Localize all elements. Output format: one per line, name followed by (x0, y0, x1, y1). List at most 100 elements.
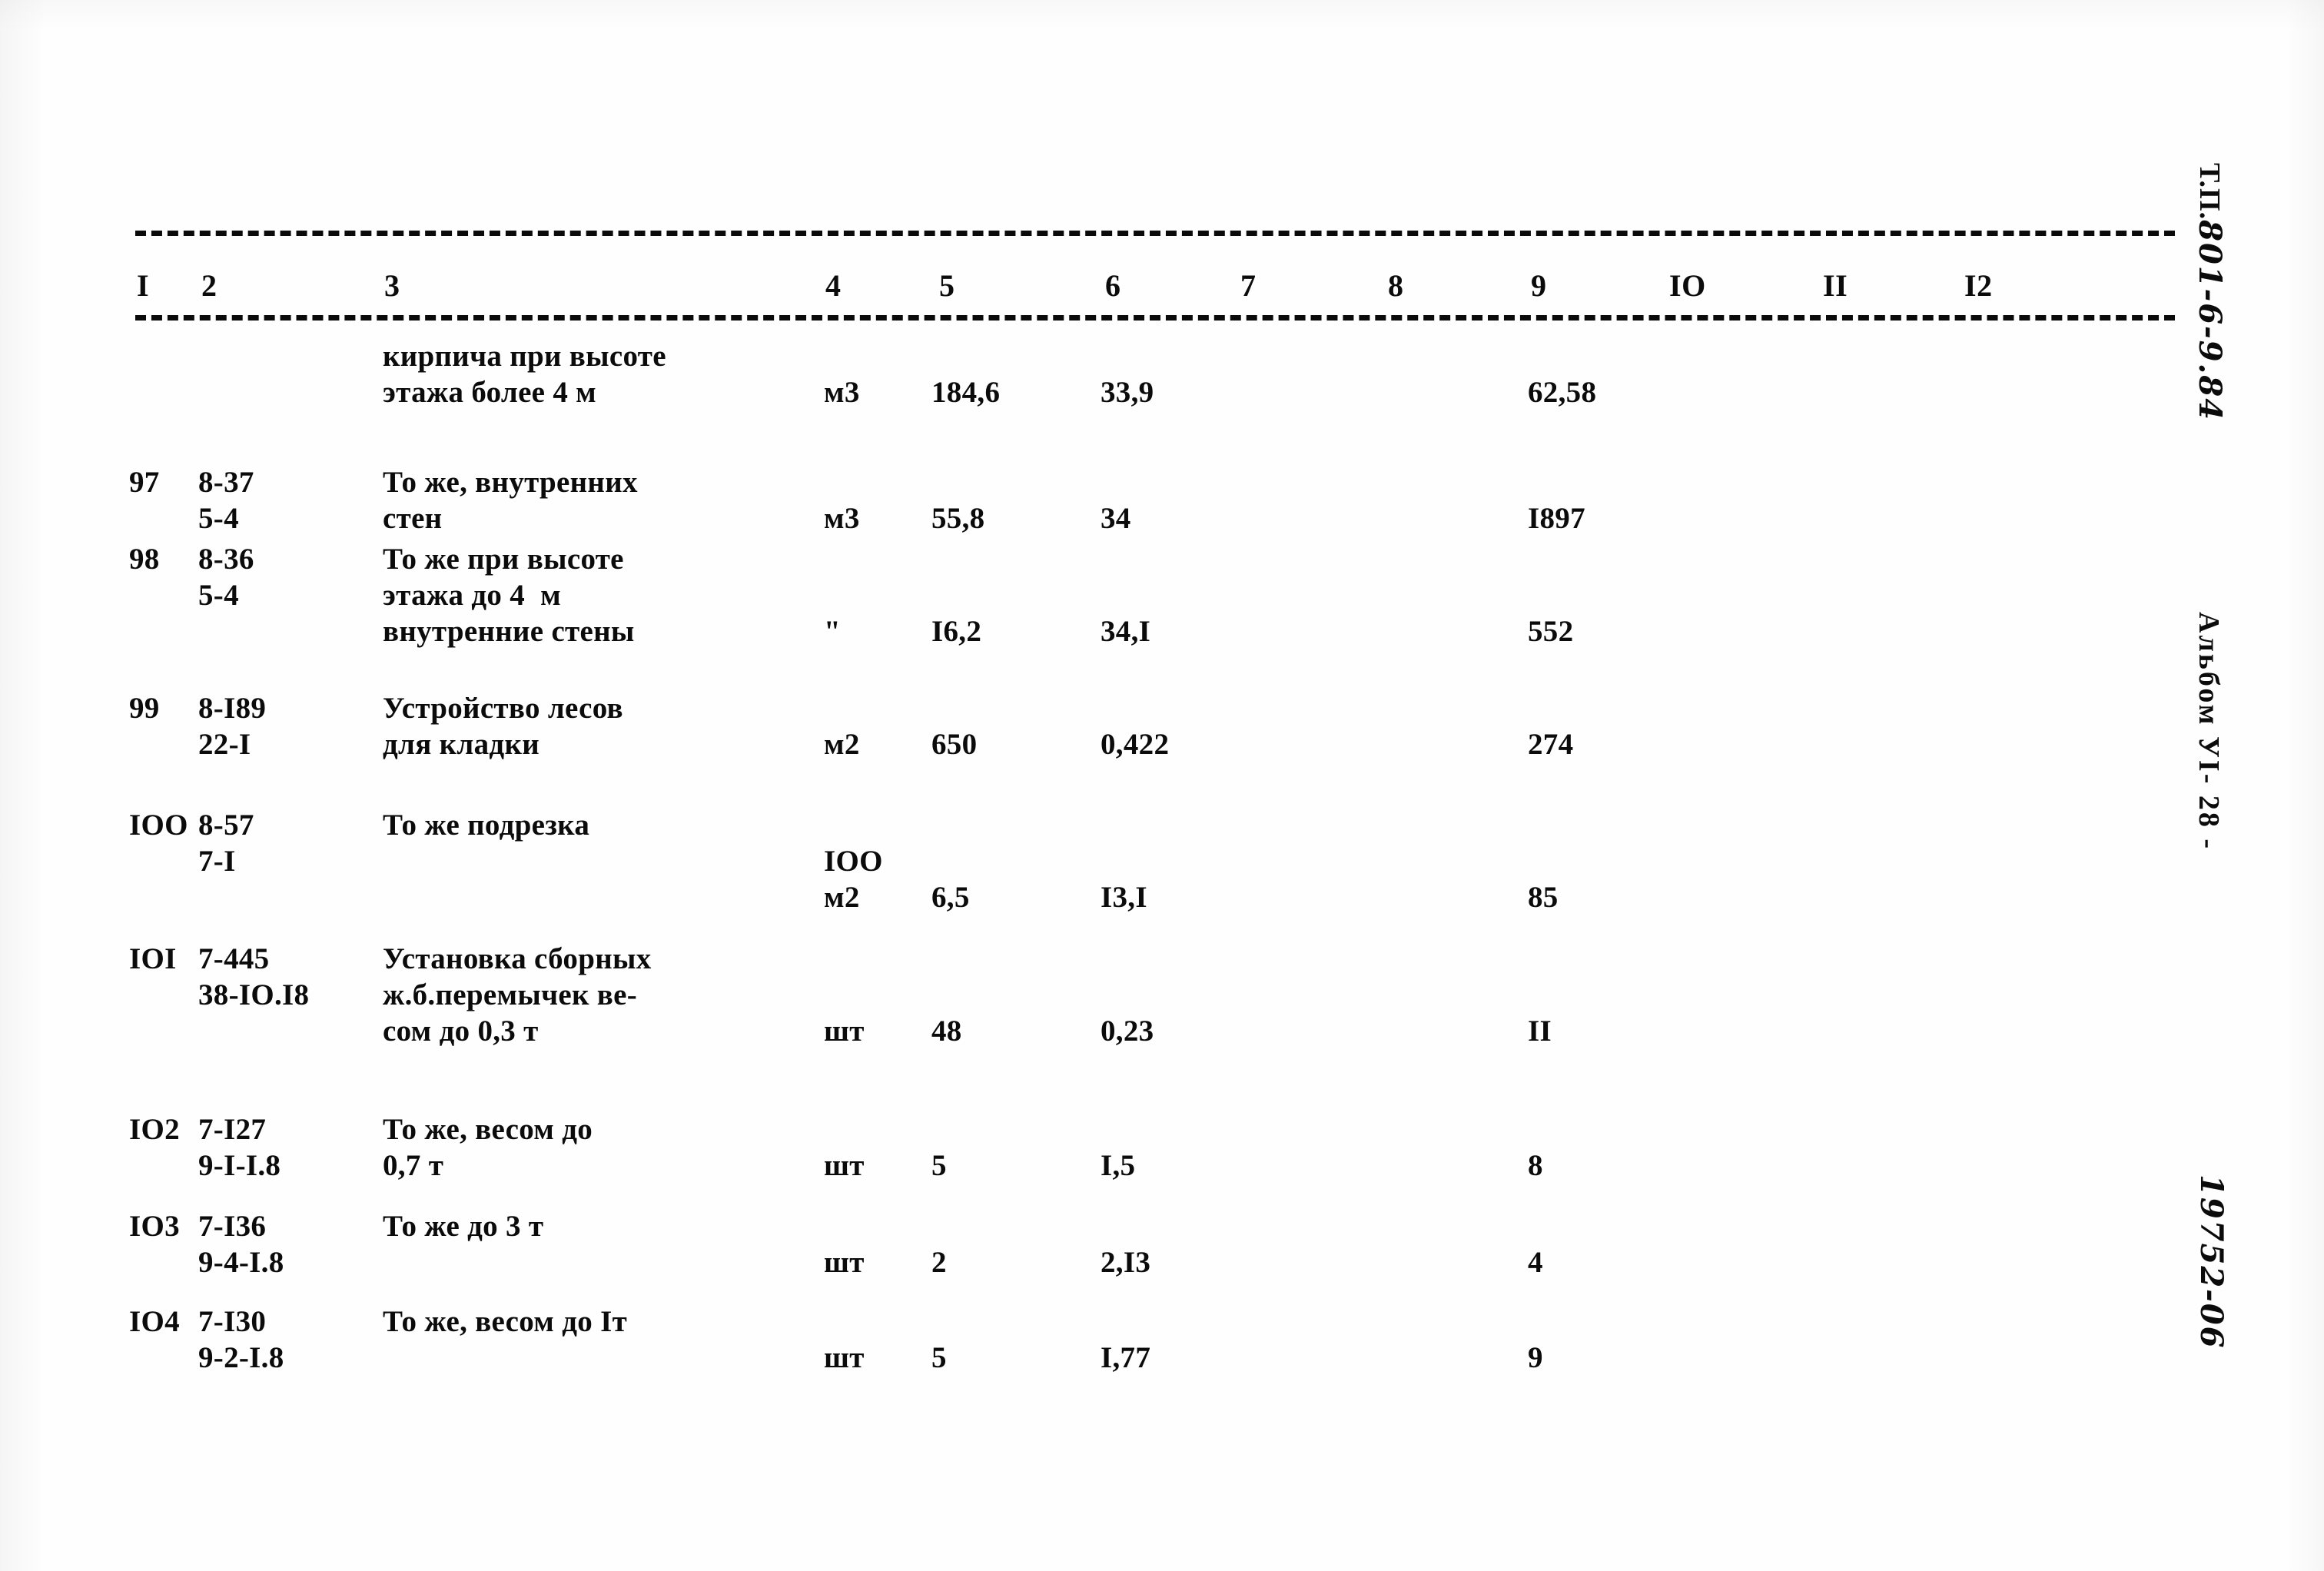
row-description-line-2: сом до 0,3 т (383, 1015, 539, 1048)
album-stamp: Альбом УI- 28 - (2192, 612, 2226, 851)
row-norm: 0,23 (1101, 1013, 1154, 1049)
row-sum-line-0: 552 (1528, 615, 1574, 648)
row-description-line-0: То же, весом до Iт (383, 1305, 628, 1338)
row-number-line-0: IO4 (129, 1305, 180, 1338)
row-code: 7-445 38-IO.I8 (198, 941, 309, 1013)
row-quantity-line-0: 2 (931, 1246, 947, 1279)
row-description-line-0: кирпича при высоте (383, 340, 666, 373)
row-number: 98 (129, 541, 160, 577)
row-code: 7-I27 9-I-I.8 (198, 1111, 281, 1184)
row-code-line-1: 9-I-I.8 (198, 1149, 281, 1182)
row-quantity: 55,8 (931, 500, 984, 536)
row-description: Устройство лесов для кладки (383, 690, 623, 762)
column-header-9: 9 (1531, 268, 1547, 303)
row-unit-line-0: м3 (824, 502, 860, 535)
project-code: 801-6-9.84 (2192, 220, 2228, 422)
row-quantity-line-0: 5 (931, 1149, 947, 1182)
column-header-11: II (1823, 268, 1848, 303)
row-quantity-line-0: 6,5 (931, 881, 970, 914)
row-quantity: 6,5 (931, 879, 970, 915)
row-number-line-0: 98 (129, 543, 160, 576)
table-row: IO3 7-I36 9-4-I.8 То же до 3 т шт 2 2,I3 4 (0, 1208, 2075, 1317)
row-norm-line-0: 0,23 (1101, 1015, 1154, 1048)
table-row: IOI 7-445 38-IO.I8 Установка сборных ж.б.пер… (0, 941, 2075, 1049)
row-code-line-1: 7-I (198, 845, 236, 878)
row-description: Установка сборных ж.б.перемычек ве-сом до… (383, 941, 652, 1049)
row-description: То же, весом до Iт (383, 1304, 627, 1340)
album-label: Альбом УI (2193, 612, 2225, 774)
column-header-2: 2 (201, 268, 217, 303)
row-description-line-1: 0,7 т (383, 1149, 444, 1182)
row-code-line-1: 5-4 (198, 502, 239, 535)
table-row: 98 8-36 5-4 То же при высоте этажа до 4 м вну… (0, 541, 2075, 649)
column-header-6: 6 (1105, 268, 1121, 303)
row-number: 99 (129, 690, 160, 726)
row-code: 8-36 5-4 (198, 541, 254, 613)
row-code-line-0: 7-I27 (198, 1113, 267, 1146)
row-description-line-1: стен (383, 502, 443, 535)
row-code: 7-I36 9-4-I.8 (198, 1208, 284, 1280)
document-page: I 2 3 4 5 6 7 8 9 IO II I2 кирпича при в… (0, 0, 2324, 1571)
row-description-line-1: этажа более 4 м (383, 376, 597, 409)
row-sum-line-0: II (1528, 1015, 1552, 1048)
row-norm: I,77 (1101, 1340, 1150, 1376)
row-number-line-0: IOO (129, 809, 188, 842)
row-sum-line-0: 8 (1528, 1149, 1543, 1182)
row-unit-line-0: IOO (824, 845, 883, 878)
row-unit: м2 (824, 726, 860, 762)
column-header-10: IO (1669, 268, 1706, 303)
row-quantity-line-0: 55,8 (931, 502, 985, 535)
table-header-rule (135, 315, 2175, 321)
row-code-line-1: 9-2-I.8 (198, 1341, 284, 1374)
row-quantity: 184,6 (931, 374, 1000, 410)
row-norm: 33,9 (1101, 374, 1154, 410)
row-quantity-line-0: 184,6 (931, 376, 1001, 409)
table-row: 99 8-I89 22-I Устройство лесов для кладки м2 6… (0, 690, 2075, 799)
row-unit: IOO м2 (824, 843, 883, 915)
row-quantity: 48 (931, 1013, 962, 1049)
project-stamp: Т.П.801-6-9.84 (2192, 163, 2228, 421)
table-row: IO2 7-I27 9-I-I.8 То же, весом до 0,7 т шт 5 I,… (0, 1111, 2075, 1220)
row-code-line-0: 8-37 (198, 466, 254, 499)
row-norm-line-0: 33,9 (1101, 376, 1154, 409)
row-quantity-line-0: I6,2 (931, 615, 982, 648)
row-norm-line-0: I,77 (1101, 1341, 1151, 1374)
row-sum-line-0: 4 (1528, 1246, 1543, 1279)
row-norm: 34,I (1101, 613, 1150, 649)
page-number: - 28 - (2193, 773, 2225, 852)
row-code-line-0: 7-I30 (198, 1305, 267, 1338)
row-norm: 2,I3 (1101, 1244, 1150, 1280)
column-header-8: 8 (1388, 268, 1404, 303)
row-unit-line-0: шт (824, 1015, 865, 1048)
row-sum: 85 (1528, 879, 1559, 915)
row-description-line-0: То же, весом до (383, 1113, 593, 1146)
row-norm: 34 (1101, 500, 1131, 536)
row-description-line-1: для кладки (383, 728, 540, 761)
row-number: IO3 (129, 1208, 180, 1244)
row-code-line-0: 7-I36 (198, 1210, 267, 1243)
row-number: IOI (129, 941, 177, 977)
row-number-line-0: 99 (129, 692, 160, 725)
archive-number-stamp: 19752-06 (2193, 1174, 2229, 1350)
row-quantity: 5 (931, 1340, 947, 1376)
row-unit-line-0: м2 (824, 728, 860, 761)
row-description-line-2: внутренние стены (383, 615, 635, 648)
column-header-4: 4 (825, 268, 842, 303)
row-norm: I3,I (1101, 879, 1147, 915)
row-norm-line-0: I,5 (1101, 1149, 1136, 1182)
row-code-line-0: 8-36 (198, 543, 254, 576)
row-unit: м3 (824, 374, 860, 410)
row-sum-line-0: 85 (1528, 881, 1559, 914)
row-code-line-1: 5-4 (198, 579, 239, 612)
project-prefix: Т.П. (2193, 163, 2226, 221)
row-code: 8-57 7-I (198, 807, 254, 879)
row-code-line-1: 38-IO.I8 (198, 978, 310, 1011)
row-quantity-line-0: 5 (931, 1341, 947, 1374)
row-norm-line-0: I3,I (1101, 881, 1147, 914)
row-sum: II (1528, 1013, 1552, 1049)
row-code: 8-37 5-4 (198, 464, 254, 536)
row-description: кирпича при высоте этажа более 4 м (383, 338, 666, 410)
row-number-line-0: IO3 (129, 1210, 180, 1243)
row-unit-line-0: шт (824, 1341, 865, 1374)
row-code-line-1: 9-4-I.8 (198, 1246, 284, 1279)
